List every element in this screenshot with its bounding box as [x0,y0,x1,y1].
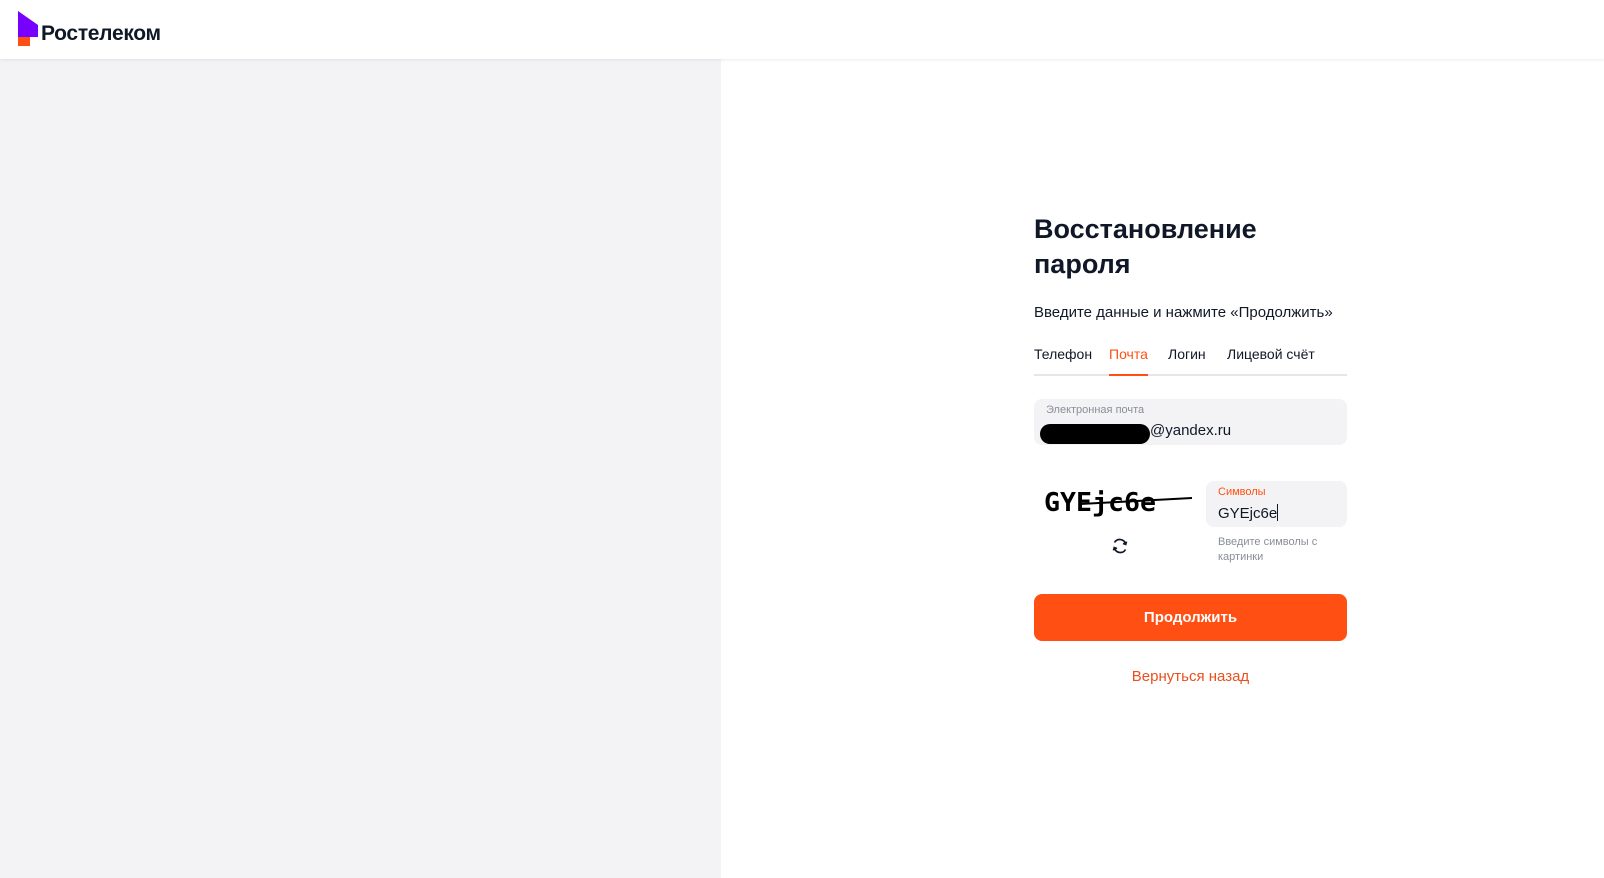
page-title: Восстановление пароля [1034,214,1257,279]
captcha-input-value: GYEjc6e [1218,505,1278,522]
left-panel [0,59,721,878]
email-field[interactable]: Электронная почта @yandex.ru [1034,399,1347,445]
back-link[interactable]: Вернуться назад [1034,668,1347,685]
captcha-input-value-wrap: GYEjc6e [1218,504,1279,522]
tab-phone[interactable]: Телефон [1034,346,1092,374]
subtitle: Введите данные и нажмите «Продолжить» [1034,304,1333,321]
continue-button[interactable]: Продолжить [1034,594,1347,641]
captcha-input-label: Символы [1218,486,1266,498]
email-redaction [1040,424,1150,444]
tab-account[interactable]: Лицевой счёт [1227,346,1315,374]
captcha-hint: Введите символы с картинки [1218,536,1318,563]
logo-text: Ростелеком [41,22,161,45]
right-panel [721,59,1604,878]
captcha-image: GYEjc6e [1044,488,1193,518]
logo[interactable]: Ростелеком [16,11,161,47]
recovery-method-tabs: Телефон Почта Логин Лицевой счёт [1034,346,1347,376]
refresh-icon[interactable] [1110,536,1130,556]
rostelecom-logo-icon [18,11,38,46]
email-field-label: Электронная почта [1046,404,1145,416]
tab-email[interactable]: Почта [1109,346,1148,376]
header: Ростелеком [0,0,1604,59]
captcha-input[interactable]: Символы GYEjc6e [1206,481,1347,527]
email-field-value: @yandex.ru [1150,422,1232,439]
tab-login[interactable]: Логин [1168,346,1206,374]
text-caret [1277,504,1279,521]
